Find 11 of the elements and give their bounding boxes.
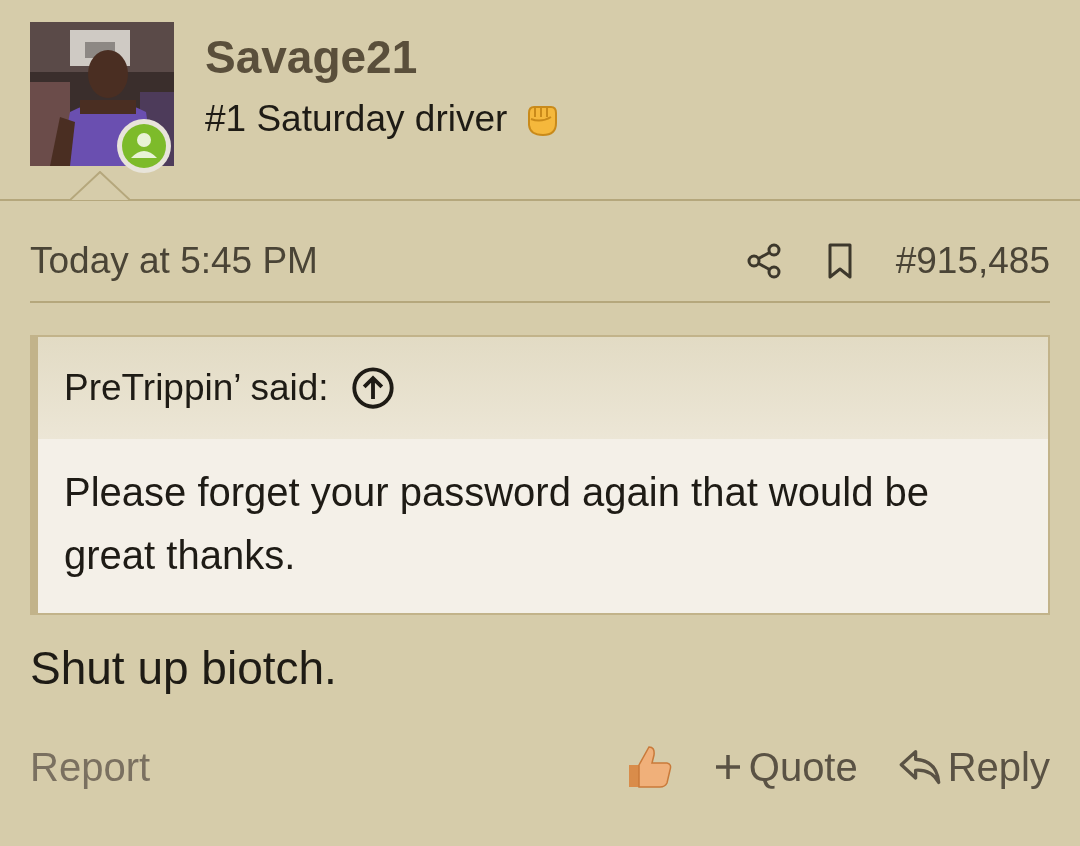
post-time[interactable]: Today at 5:45 PM (30, 240, 318, 282)
quote-author: PreTrippin’ said: (64, 367, 329, 409)
user-title: #1 Saturday driver (205, 98, 508, 140)
quote-button[interactable]: Quote (712, 744, 858, 790)
report-link[interactable]: Report (30, 744, 151, 790)
quote-text: Please forget your password again that would be great thanks. (38, 439, 1048, 613)
post-number-link[interactable]: #915,485 (895, 240, 1050, 282)
username-link[interactable]: Savage21 (205, 30, 562, 84)
arrow-up-circle-icon[interactable] (350, 366, 395, 410)
reply-button[interactable]: Reply (897, 744, 1050, 790)
message-text: Shut up biotch. (30, 641, 338, 695)
